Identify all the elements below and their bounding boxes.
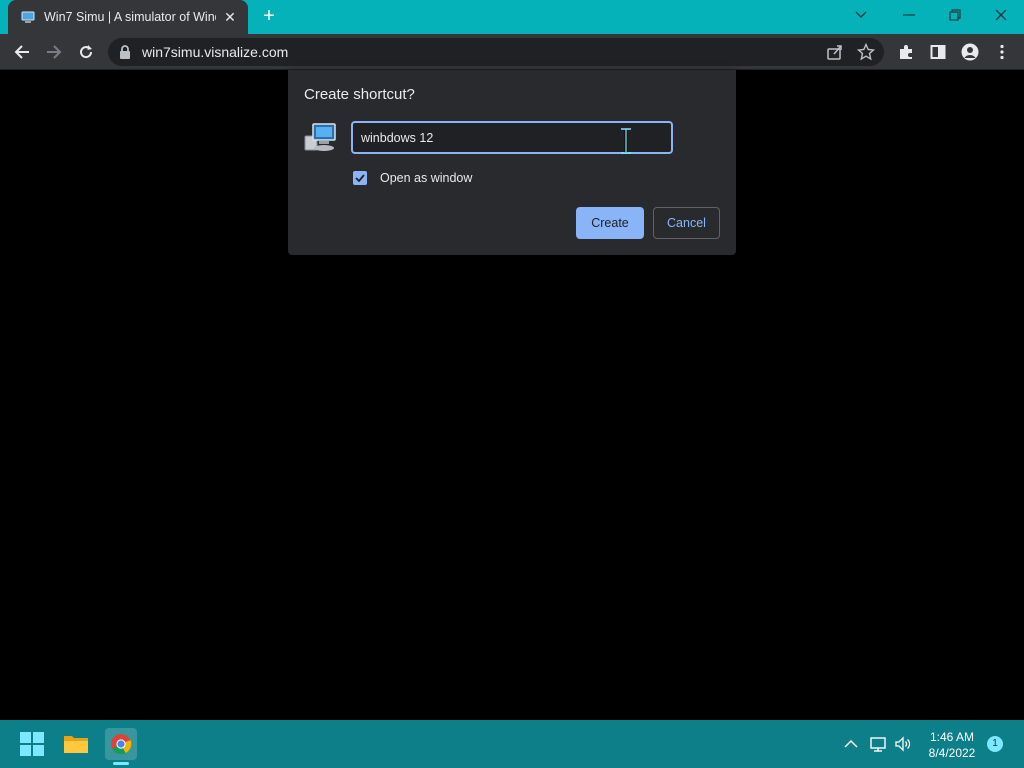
taskbar: 1:46 AM 8/4/2022 — [0, 720, 1024, 768]
file-explorer-button[interactable] — [60, 728, 92, 760]
restore-button[interactable] — [932, 0, 978, 30]
new-tab-button[interactable]: + — [258, 6, 280, 28]
reload-button[interactable] — [72, 38, 100, 66]
close-icon — [995, 9, 1007, 21]
share-icon[interactable] — [826, 43, 844, 61]
url-text: win7simu.visnalize.com — [142, 44, 289, 60]
puzzle-icon — [900, 45, 912, 59]
folder-icon — [64, 736, 88, 753]
volume-icon[interactable] — [894, 735, 912, 753]
forward-button[interactable] — [40, 38, 68, 66]
browser-toolbar: win7simu.visnalize.com — [0, 34, 1024, 70]
lock-icon — [120, 45, 130, 59]
open-as-window-label: Open as window — [380, 171, 473, 185]
clock-date: 8/4/2022 — [928, 746, 976, 760]
notification-badge[interactable]: 1 — [987, 736, 1003, 752]
tab-close-icon[interactable]: ✕ — [222, 9, 238, 25]
kebab-menu-icon — [1000, 44, 1004, 60]
restore-icon — [949, 9, 961, 21]
taskbar-clock[interactable]: 1:46 AM 8/4/2022 — [916, 729, 988, 761]
chevron-down-icon — [855, 11, 867, 18]
network-icon[interactable] — [869, 735, 887, 753]
tab-win7simu[interactable]: Win7 Simu | A simulator of Wind ✕ — [8, 0, 248, 34]
create-button[interactable]: Create — [576, 207, 644, 239]
tab-strip: Win7 Simu | A simulator of Wind ✕ + — [0, 0, 1024, 34]
chrome-taskbar-button[interactable] — [105, 728, 137, 760]
create-shortcut-dialog: Create shortcut? Open as window Create C… — [288, 70, 736, 255]
extensions-button[interactable] — [892, 38, 920, 66]
start-button[interactable] — [16, 728, 48, 760]
menu-button[interactable] — [988, 38, 1016, 66]
cancel-button[interactable]: Cancel — [653, 207, 720, 239]
reload-icon — [80, 45, 93, 59]
address-bar[interactable]: win7simu.visnalize.com — [108, 38, 884, 66]
chevron-up-icon[interactable] — [842, 735, 860, 753]
minimize-icon — [903, 14, 915, 16]
minimize-button[interactable] — [886, 0, 932, 30]
open-as-window-checkbox[interactable] — [353, 171, 367, 185]
active-app-indicator — [113, 762, 129, 765]
star-icon[interactable] — [857, 43, 875, 61]
text-cursor-icon — [621, 128, 631, 154]
avatar-icon — [961, 43, 979, 61]
back-button[interactable] — [8, 38, 36, 66]
profile-button[interactable] — [956, 38, 984, 66]
side-panel-button[interactable] — [924, 38, 952, 66]
win7simu-favicon-icon — [21, 11, 35, 23]
chrome-icon — [111, 734, 132, 755]
close-window-button[interactable] — [978, 0, 1024, 30]
side-panel-icon — [930, 45, 946, 59]
arrow-left-icon — [14, 45, 29, 59]
windows-logo-icon — [20, 732, 44, 756]
arrow-right-icon — [47, 45, 62, 59]
computer-icon — [304, 123, 336, 151]
checkmark-icon — [355, 174, 365, 182]
dialog-title: Create shortcut? — [304, 86, 415, 103]
tab-search-button[interactable] — [838, 0, 884, 30]
clock-time: 1:46 AM — [929, 730, 975, 744]
tab-title: Win7 Simu | A simulator of Wind — [44, 10, 216, 24]
